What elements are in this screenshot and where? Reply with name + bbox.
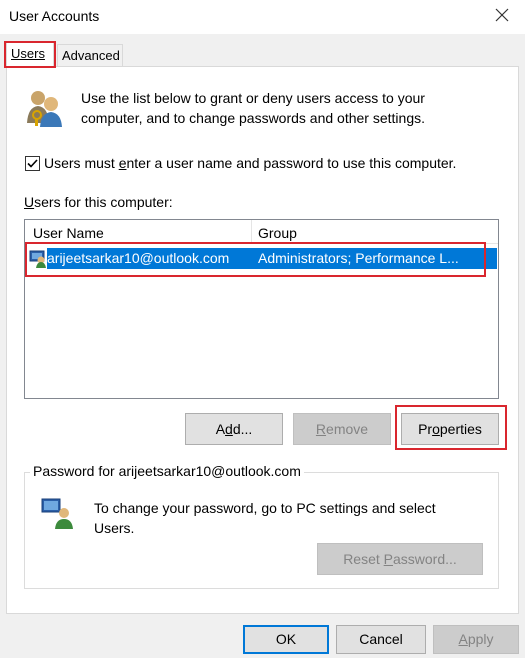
users-icon (27, 91, 62, 127)
intro-text: Use the list below to grant or deny user… (81, 90, 425, 126)
checkmark-icon (27, 159, 38, 168)
user-accounts-dialog: User Accounts Users Advanced Use the lis… (0, 0, 525, 663)
window-title: User Accounts (9, 8, 100, 24)
tab-advanced[interactable]: Advanced (57, 44, 123, 66)
users-list-header: User Name Group (25, 220, 498, 244)
users-list-label: Users for this computer: (24, 194, 173, 210)
password-group-title: Password for arijeetsarkar10@outlook.com (30, 463, 304, 479)
apply-button[interactable]: Apply (433, 625, 519, 654)
column-header-user-name[interactable]: User Name (33, 225, 104, 241)
password-instructions: To change your password, go to PC settin… (94, 500, 436, 536)
column-divider[interactable] (251, 220, 252, 244)
cancel-button[interactable]: Cancel (336, 625, 426, 654)
require-login-checkbox[interactable] (25, 156, 40, 171)
close-icon[interactable] (493, 6, 511, 24)
remove-button[interactable]: Remove (293, 413, 391, 445)
require-login-label[interactable]: Users must enter a user name and passwor… (44, 155, 456, 171)
title-bar: User Accounts (0, 0, 525, 34)
tab-strip: Users Advanced (0, 34, 525, 67)
column-header-group[interactable]: Group (258, 225, 297, 241)
user-settings-icon (41, 498, 73, 529)
highlight-box-users-tab (4, 41, 56, 68)
window-bottom-edge (0, 658, 525, 663)
ok-button[interactable]: OK (243, 625, 329, 654)
add-button[interactable]: Add... (185, 413, 283, 445)
reset-password-button[interactable]: Reset Password... (317, 543, 483, 575)
highlight-box-user-row (25, 242, 486, 277)
highlight-box-properties (395, 405, 507, 450)
